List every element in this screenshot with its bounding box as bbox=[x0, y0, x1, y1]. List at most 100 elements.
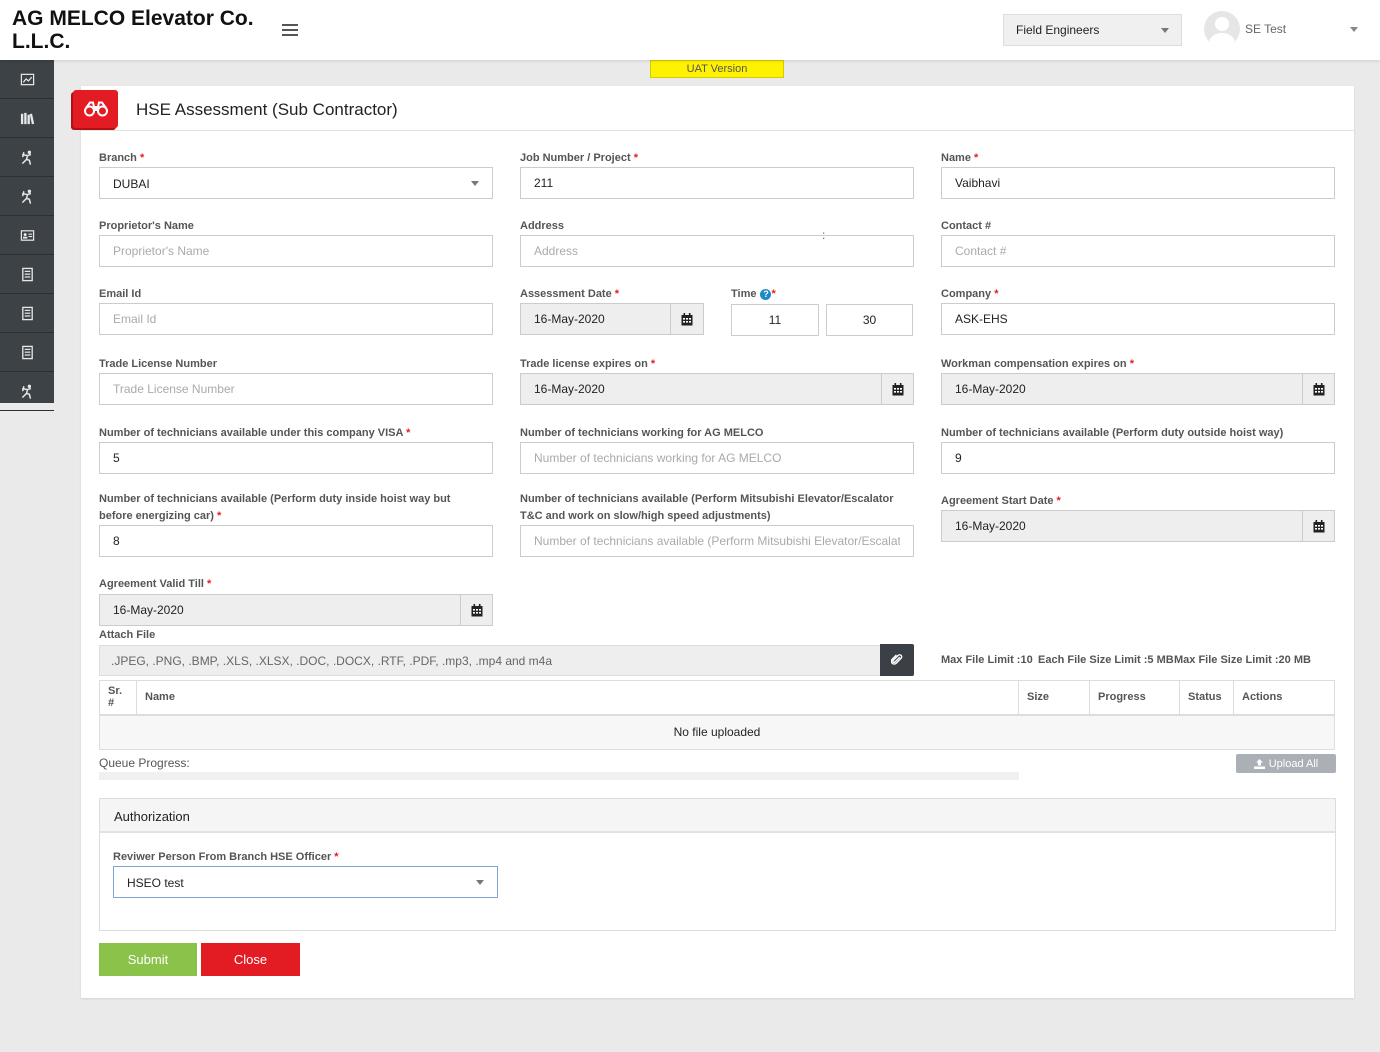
chevron-down-icon bbox=[476, 880, 484, 885]
table-header-row: Sr. # Name Size Progress Status Actions bbox=[99, 680, 1335, 716]
time-separator: : bbox=[822, 228, 826, 242]
submit-button[interactable]: Submit bbox=[99, 943, 197, 976]
calendar-icon[interactable] bbox=[1302, 510, 1334, 542]
techs-inside-hoist-field[interactable] bbox=[99, 525, 493, 557]
column-header-actions: Actions bbox=[1233, 680, 1335, 716]
assessment-date-label: Assessment Date * bbox=[520, 288, 620, 300]
upload-all-label: Upload All bbox=[1268, 757, 1319, 770]
job-number-field[interactable] bbox=[520, 167, 914, 199]
authorization-title: Authorization bbox=[100, 799, 1335, 833]
address-field[interactable] bbox=[520, 235, 914, 267]
workman-comp-expires-field[interactable] bbox=[941, 373, 1335, 405]
document-icon bbox=[21, 345, 33, 359]
files-table: Sr. # Name Size Progress Status Actions … bbox=[99, 680, 1335, 750]
library-icon bbox=[20, 112, 34, 124]
time-minute-field[interactable] bbox=[826, 304, 913, 336]
agreement-valid-till-field[interactable] bbox=[99, 594, 493, 626]
branch-select[interactable]: DUBAI bbox=[99, 167, 493, 199]
paperclip-icon[interactable] bbox=[880, 644, 914, 676]
page-title: HSE Assessment (Sub Contractor) bbox=[136, 100, 398, 119]
attach-file-label: Attach File bbox=[99, 629, 156, 641]
worker-icon bbox=[21, 189, 31, 204]
agreement-start-label: Agreement Start Date * bbox=[941, 495, 1061, 507]
queue-progress-bar bbox=[99, 772, 1019, 780]
column-header-size: Size bbox=[1018, 680, 1090, 716]
calendar-icon[interactable] bbox=[670, 303, 702, 335]
attach-file-input[interactable]: .JPEG, .PNG, .BMP, .XLS, .XLSX, .DOC, .D… bbox=[99, 645, 914, 676]
reviewer-value: HSEO test bbox=[127, 876, 184, 890]
role-select[interactable]: Field Engineers bbox=[1003, 14, 1182, 46]
branch-label: Branch * bbox=[99, 152, 145, 164]
close-button[interactable]: Close bbox=[201, 943, 300, 976]
name-label: Name * bbox=[941, 152, 979, 164]
hamburger-menu-icon[interactable] bbox=[282, 24, 298, 38]
chart-icon bbox=[20, 73, 34, 85]
proprietor-name-label: Proprietor's Name bbox=[99, 220, 194, 232]
workman-comp-expires-label: Workman compensation expires on * bbox=[941, 358, 1134, 370]
techs-outside-hoist-field[interactable] bbox=[941, 442, 1335, 474]
techs-outside-hoist-label: Number of technicians available (Perform… bbox=[941, 427, 1284, 439]
techs-for-agmelco-label: Number of technicians working for AG MEL… bbox=[520, 427, 764, 439]
max-file-limit: Max File Limit :10 bbox=[941, 654, 1033, 666]
worker-icon bbox=[21, 150, 31, 165]
top-bar: AG MELCO Elevator Co. L.L.C. Field Engin… bbox=[0, 0, 1380, 60]
user-name: SE Test bbox=[1245, 22, 1287, 36]
sidebar-item-document-3[interactable] bbox=[0, 333, 54, 372]
sidebar-item-library[interactable] bbox=[0, 99, 54, 138]
techs-under-visa-field[interactable] bbox=[99, 442, 493, 474]
uat-version-badge: UAT Version bbox=[650, 60, 784, 78]
sidebar-item-document-2[interactable] bbox=[0, 294, 54, 333]
sidebar-item-id-card[interactable] bbox=[0, 216, 54, 255]
column-header-status: Status bbox=[1179, 680, 1234, 716]
column-header-sr: Sr. # bbox=[99, 680, 137, 716]
company-logo-text: AG MELCO Elevator Co. L.L.C. bbox=[12, 7, 254, 53]
contact-field[interactable] bbox=[941, 235, 1335, 267]
trade-license-expires-field[interactable] bbox=[520, 373, 914, 405]
job-number-label: Job Number / Project * bbox=[520, 152, 638, 164]
document-icon bbox=[21, 267, 33, 281]
trade-license-expires-label: Trade license expires on * bbox=[520, 358, 656, 370]
agreement-start-field[interactable] bbox=[941, 510, 1335, 542]
company-label: Company * bbox=[941, 288, 999, 300]
each-file-size-limit: Each File Size Limit :5 MB bbox=[1038, 654, 1174, 666]
sidebar bbox=[0, 60, 54, 411]
time-label: Time? * bbox=[731, 288, 776, 300]
calendar-icon[interactable] bbox=[1302, 373, 1334, 405]
user-menu[interactable]: SE Test bbox=[1204, 11, 1370, 47]
worker-icon bbox=[21, 384, 31, 399]
techs-for-agmelco-field[interactable] bbox=[520, 442, 914, 474]
chevron-down-icon bbox=[1350, 27, 1358, 32]
sidebar-item-workers-3[interactable] bbox=[0, 372, 54, 411]
upload-all-button[interactable]: Upload All bbox=[1236, 754, 1336, 773]
calendar-icon[interactable] bbox=[460, 594, 492, 626]
techs-mitsubishi-field[interactable] bbox=[520, 525, 914, 557]
proprietor-name-field[interactable] bbox=[99, 235, 493, 267]
reviewer-label: Reviwer Person From Branch HSE Officer * bbox=[113, 851, 339, 863]
reviewer-select[interactable]: HSEO test bbox=[113, 866, 498, 898]
chevron-down-icon bbox=[1161, 28, 1169, 33]
sidebar-item-workers-2[interactable] bbox=[0, 177, 54, 216]
max-file-size-limit: Max File Size Limit :20 MB bbox=[1174, 654, 1311, 666]
table-row: No file uploaded bbox=[99, 714, 1335, 750]
name-field[interactable] bbox=[941, 167, 1335, 199]
document-icon bbox=[21, 306, 33, 320]
binoculars-icon bbox=[73, 90, 118, 128]
techs-under-visa-label: Number of technicians available under th… bbox=[99, 427, 411, 439]
sidebar-item-document-1[interactable] bbox=[0, 255, 54, 294]
calendar-icon[interactable] bbox=[881, 373, 913, 405]
techs-inside-hoist-label: Number of technicians available (Perform… bbox=[99, 493, 451, 522]
sidebar-item-dashboard[interactable] bbox=[0, 60, 54, 99]
sidebar-item-workers-1[interactable] bbox=[0, 138, 54, 177]
techs-mitsubishi-label: Number of technicians available (Perform… bbox=[520, 493, 894, 522]
email-field[interactable] bbox=[99, 303, 493, 335]
time-hour-field[interactable] bbox=[731, 304, 819, 336]
help-icon[interactable]: ? bbox=[760, 289, 772, 300]
column-header-name: Name bbox=[136, 680, 1019, 716]
role-select-value: Field Engineers bbox=[1016, 23, 1100, 37]
chevron-down-icon bbox=[471, 181, 479, 186]
avatar bbox=[1204, 11, 1240, 47]
company-field[interactable] bbox=[941, 303, 1335, 335]
upload-icon bbox=[1253, 758, 1265, 769]
contact-label: Contact # bbox=[941, 220, 992, 232]
trade-license-number-field[interactable] bbox=[99, 373, 493, 405]
